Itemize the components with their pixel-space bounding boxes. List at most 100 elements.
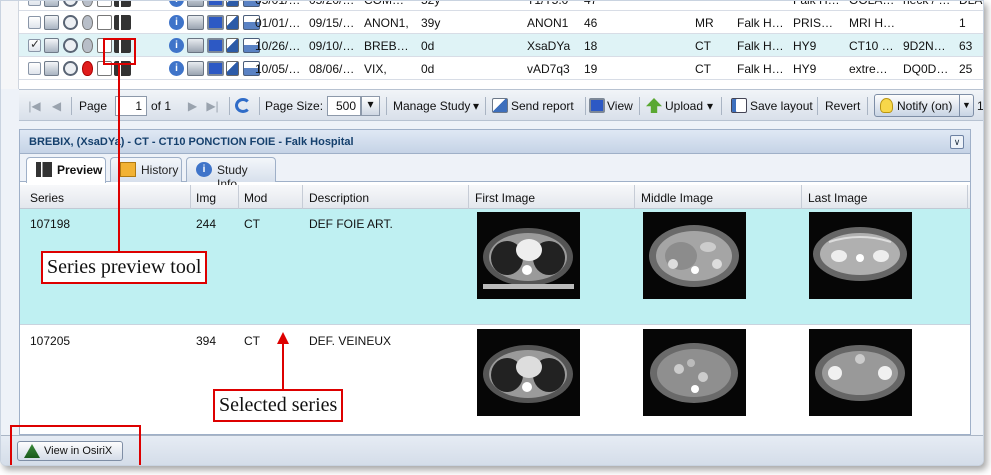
- last-image-thumbnail[interactable]: [809, 212, 912, 299]
- first-image-thumbnail[interactable]: [477, 329, 580, 416]
- column-header[interactable]: Middle Image: [641, 191, 713, 205]
- last-image-thumbnail[interactable]: [809, 329, 912, 416]
- series-preview-icon[interactable]: [114, 15, 131, 30]
- document-icon[interactable]: [97, 38, 112, 53]
- tab-preview[interactable]: Preview: [26, 157, 106, 183]
- report-icon[interactable]: [226, 15, 239, 30]
- report-icon[interactable]: [226, 61, 239, 76]
- grid-left-gutter: [1, 1, 19, 89]
- study-row[interactable]: i 01/01/… 09/15/… ANON1, 39y ANON1 46 MR…: [19, 11, 983, 34]
- row-checkbox[interactable]: [28, 1, 41, 6]
- divider: [639, 97, 640, 115]
- pager-toolbar: |◀ ◀ Page 1 of 1 ▶ ▶| Page Size: 500 ▾ M…: [19, 89, 983, 121]
- info-icon[interactable]: i: [169, 1, 184, 7]
- document-icon[interactable]: [97, 15, 112, 30]
- info-icon[interactable]: i: [169, 61, 184, 76]
- divider: [585, 97, 586, 115]
- monitor-icon[interactable]: [207, 1, 224, 7]
- gear-icon[interactable]: [63, 61, 78, 76]
- middle-image-thumbnail[interactable]: [643, 212, 746, 299]
- gear-icon[interactable]: [63, 1, 78, 7]
- callout-line: [282, 343, 284, 389]
- save-layout-button[interactable]: Save layout: [750, 99, 813, 113]
- series-description: DEF. VEINEUX: [309, 334, 392, 348]
- download-icon[interactable]: [187, 15, 204, 30]
- revert-button[interactable]: Revert: [825, 99, 860, 113]
- series-row[interactable]: 107205 394 CT DEF. VEINEUX: [20, 326, 970, 434]
- edit-icon[interactable]: [44, 15, 59, 30]
- view-in-osirix-button[interactable]: View in OsiriX: [17, 441, 123, 461]
- document-icon[interactable]: [97, 61, 112, 76]
- row-checkbox[interactable]: [28, 62, 41, 75]
- series-number: 107198: [30, 217, 71, 231]
- download-icon[interactable]: [187, 1, 204, 7]
- download-icon[interactable]: [187, 38, 204, 53]
- column-header[interactable]: Mod: [244, 191, 267, 205]
- info-icon[interactable]: i: [169, 15, 184, 30]
- monitor-icon[interactable]: [207, 38, 224, 53]
- tab-history[interactable]: History: [110, 157, 182, 182]
- patient-id: T1/T5.0: [527, 1, 568, 7]
- study-row[interactable]: i 10/05/… 08/06/… VIX, 0d vAD7q3 19 CT F…: [19, 57, 983, 80]
- tab-study-info[interactable]: i Study Info: [186, 157, 276, 191]
- first-page-icon[interactable]: |◀: [27, 97, 42, 115]
- view-button[interactable]: View: [607, 99, 633, 113]
- edit-icon[interactable]: [44, 1, 59, 7]
- flag-icon[interactable]: [82, 15, 93, 30]
- page-size-select[interactable]: 500: [327, 96, 361, 116]
- edit-icon[interactable]: [44, 61, 59, 76]
- column-header[interactable]: Description: [309, 191, 369, 205]
- prev-page-icon[interactable]: ◀: [49, 97, 64, 115]
- series-preview-icon[interactable]: [114, 1, 131, 7]
- institution: Falk H…: [737, 16, 784, 30]
- app-window: i 05/01/… 05/20/… COM… 52y T1/T5.0 47 Fa…: [0, 0, 984, 466]
- column-header[interactable]: Series: [30, 191, 64, 205]
- accession: 18: [584, 39, 598, 53]
- column-header[interactable]: First Image: [475, 191, 535, 205]
- row-checkbox[interactable]: [28, 16, 41, 29]
- refresh-icon[interactable]: [235, 98, 251, 113]
- station: Falk H…: [793, 1, 840, 7]
- patient-name: COM…: [364, 1, 404, 7]
- series-img-count: 394: [196, 334, 217, 348]
- image-count: DLAO…: [959, 1, 983, 7]
- middle-image-thumbnail[interactable]: [643, 329, 746, 416]
- collapse-icon[interactable]: ∨: [950, 135, 964, 149]
- next-page-icon[interactable]: ▶: [185, 97, 200, 115]
- column-divider: [967, 185, 968, 209]
- document-icon[interactable]: [97, 1, 112, 7]
- chevron-down-icon[interactable]: ▾: [361, 96, 380, 116]
- last-page-icon[interactable]: ▶|: [205, 97, 220, 115]
- flag-icon[interactable]: [82, 38, 93, 53]
- send-report-button[interactable]: Send report: [511, 99, 574, 113]
- monitor-icon[interactable]: [207, 61, 224, 76]
- download-icon[interactable]: [187, 61, 204, 76]
- monitor-icon[interactable]: [207, 15, 224, 30]
- chevron-down-icon[interactable]: ▾: [473, 99, 479, 113]
- flag-icon[interactable]: [82, 61, 93, 76]
- chevron-down-icon[interactable]: ▾: [707, 99, 713, 113]
- notify-label: Notify (on): [897, 99, 953, 113]
- notify-button[interactable]: Notify (on) ▼: [874, 94, 974, 117]
- study-date: 01/01/…: [255, 16, 301, 30]
- edit-icon[interactable]: [44, 38, 59, 53]
- flag-icon[interactable]: [82, 1, 93, 7]
- info-icon[interactable]: i: [169, 38, 184, 53]
- gear-icon[interactable]: [63, 15, 78, 30]
- manage-study-menu[interactable]: Manage Study: [393, 99, 470, 113]
- row-checkbox[interactable]: [28, 37, 41, 52]
- series-preview-icon[interactable]: [114, 38, 131, 53]
- first-image-thumbnail[interactable]: [477, 212, 580, 299]
- upload-menu[interactable]: Upload: [665, 99, 703, 113]
- report-icon[interactable]: [226, 38, 239, 53]
- send-report-icon: [492, 98, 508, 113]
- chevron-down-icon[interactable]: ▼: [959, 95, 973, 116]
- report-icon[interactable]: [226, 1, 239, 7]
- series-preview-icon[interactable]: [114, 61, 131, 76]
- gear-icon[interactable]: [63, 38, 78, 53]
- study-date: 10/05/…: [255, 62, 301, 76]
- column-header[interactable]: Last Image: [808, 191, 867, 205]
- study-row[interactable]: i 05/01/… 05/20/… COM… 52y T1/T5.0 47 Fa…: [19, 1, 983, 11]
- column-header[interactable]: Img: [196, 191, 216, 205]
- study-row-selected[interactable]: i 10/26/… 09/10/… BREB… 0d XsaDYa 18 CT …: [19, 34, 983, 57]
